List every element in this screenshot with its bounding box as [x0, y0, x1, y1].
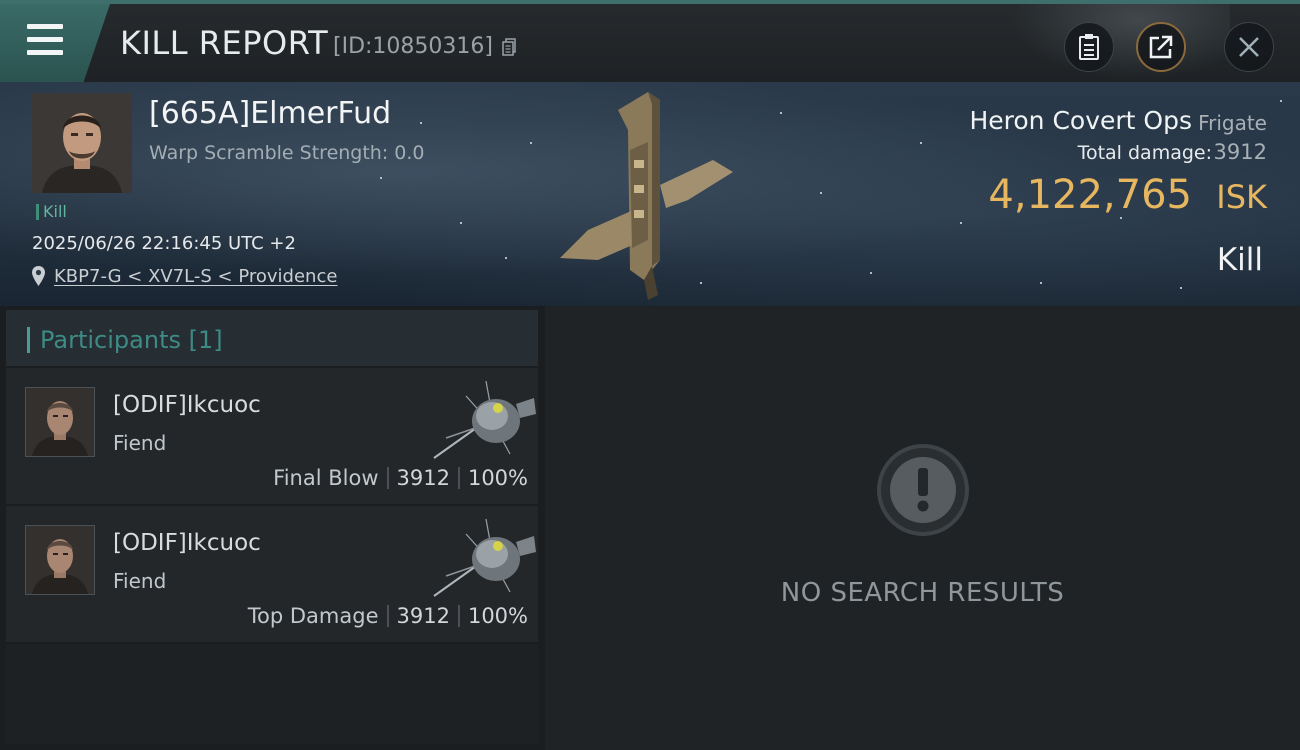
exclamation-icon: [877, 444, 969, 536]
copy-icon[interactable]: [502, 38, 516, 56]
close-icon: [1239, 37, 1259, 57]
participant-portrait[interactable]: [25, 525, 95, 595]
participant-name[interactable]: [ODIF]Ikcuoc: [113, 530, 261, 556]
warp-scramble-strength: Warp Scramble Strength: 0.0: [149, 142, 425, 164]
details-panel: NO SEARCH RESULTS: [545, 306, 1300, 750]
participant-ship-image: [433, 380, 536, 459]
participant-damage: 3912: [396, 604, 450, 628]
kill-timestamp: 2025/06/26 22:16:45 UTC +2: [32, 233, 296, 254]
participants-header: Participants [1]: [6, 310, 538, 366]
participant-row[interactable]: [ODIF]Ikcuoc Fiend Top Damage 3912 100%: [6, 506, 538, 642]
share-icon: [1149, 35, 1173, 59]
portrait-image: [26, 388, 94, 456]
participant-percent: 100%: [467, 604, 528, 628]
close-button[interactable]: [1224, 22, 1274, 72]
victim-banner: [665A]ElmerFud Warp Scramble Strength: 0…: [0, 82, 1300, 306]
victim-ship-image: [560, 92, 733, 300]
list-empty-space: [6, 644, 538, 744]
location-pin-icon: [32, 266, 45, 286]
participants-title: Participants [1]: [40, 326, 223, 354]
location-link[interactable]: KBP7-G < XV7L-S < Providence: [54, 266, 337, 287]
total-damage-label: Total damage:: [1077, 142, 1212, 164]
participant-name[interactable]: [ODIF]Ikcuoc: [113, 392, 261, 418]
portrait-image: [32, 93, 132, 193]
header-accent: [27, 327, 30, 353]
victim-name[interactable]: [665A]ElmerFud: [149, 96, 391, 131]
share-button[interactable]: [1136, 22, 1186, 72]
report-id: [ID:10850316]: [333, 34, 493, 59]
participant-ship: Fiend: [113, 431, 167, 455]
menu-button[interactable]: [0, 4, 110, 82]
isk-unit: ISK: [1216, 178, 1267, 216]
participant-ship-image: [433, 518, 536, 597]
victim-ship-name[interactable]: Heron Covert Ops: [969, 106, 1192, 135]
kill-type-label: Kill: [1216, 242, 1263, 278]
page-title: KILL REPORT: [120, 24, 329, 62]
header-decoration: [1000, 4, 1230, 84]
total-damage-value: 3912: [1213, 140, 1267, 164]
participant-stats: Top Damage 3912 100%: [248, 604, 528, 628]
participant-row[interactable]: [ODIF]Ikcuoc Fiend Final Blow 3912 100%: [6, 368, 538, 504]
victim-portrait[interactable]: [32, 93, 132, 193]
participant-role: Final Blow: [273, 466, 379, 490]
title-bar: KILL REPORT [ID:10850316]: [0, 0, 1300, 84]
clipboard-icon: [1079, 34, 1099, 60]
participant-ship: Fiend: [113, 569, 167, 593]
participant-role: Top Damage: [247, 604, 379, 628]
portrait-image: [26, 526, 94, 594]
participant-portrait[interactable]: [25, 387, 95, 457]
participants-panel: Participants [1] [ODIF]Ikcuoc Fiend Fina…: [0, 306, 545, 750]
no-results-message: NO SEARCH RESULTS: [780, 578, 1065, 608]
participant-stats: Final Blow 3912 100%: [273, 466, 528, 490]
victim-ship-class: Frigate: [1198, 111, 1267, 135]
kill-status-tag: Kill: [36, 204, 67, 220]
participant-percent: 100%: [467, 466, 528, 490]
isk-value: 4,122,765: [988, 172, 1192, 218]
clipboard-button[interactable]: [1064, 22, 1114, 72]
participant-damage: 3912: [396, 466, 450, 490]
